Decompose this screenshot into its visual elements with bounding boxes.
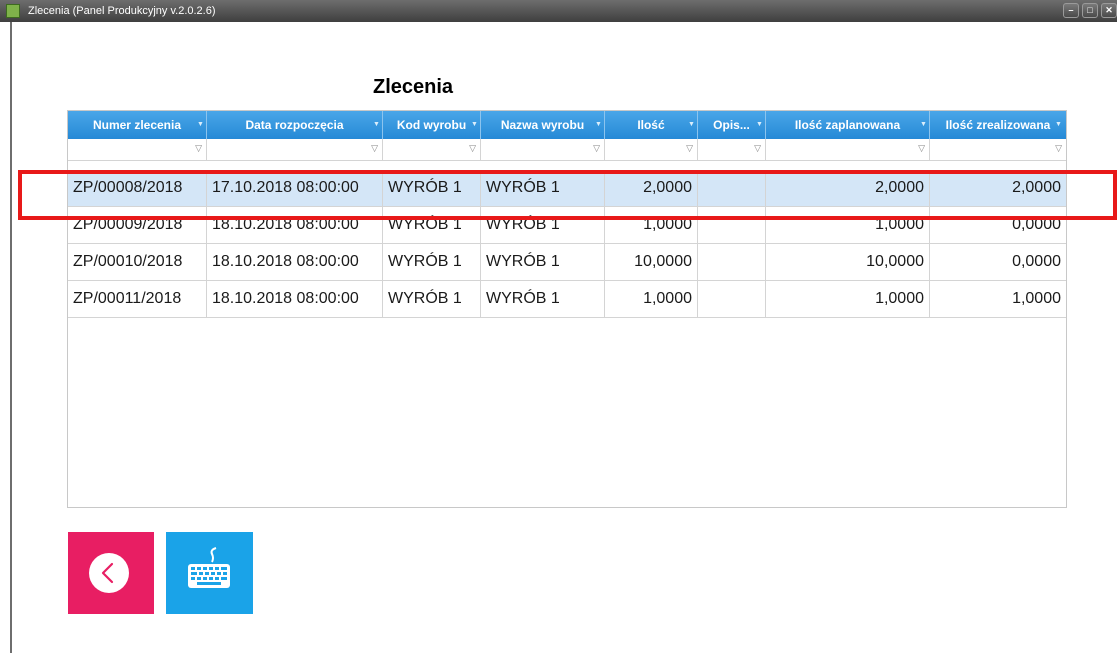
- header-filter-icon[interactable]: ▼: [197, 121, 204, 128]
- cell-numer: ZP/00008/2018: [68, 170, 207, 206]
- column-header-data[interactable]: Data rozpoczęcia: [207, 111, 383, 139]
- grid-header-row: Numer zlecenia Data rozpoczęcia Kod wyro…: [68, 111, 1066, 139]
- filter-icon[interactable]: ▽: [686, 144, 693, 153]
- window-left-border: [10, 22, 12, 653]
- column-header-kod[interactable]: Kod wyrobu: [383, 111, 481, 139]
- column-header-zrealizowana[interactable]: Ilość zrealizowana: [930, 111, 1066, 139]
- column-label: Nazwa wyrobu: [500, 118, 585, 132]
- column-label: Ilość zrealizowana: [945, 118, 1051, 132]
- cell-nazwa: WYRÓB 1: [481, 170, 605, 206]
- keyboard-icon: [188, 547, 230, 588]
- filter-icon[interactable]: ▽: [754, 144, 761, 153]
- filter-icon[interactable]: ▽: [371, 144, 378, 153]
- filter-cell[interactable]: ▽: [766, 139, 930, 160]
- cell-nazwa: WYRÓB 1: [481, 244, 605, 280]
- cell-zrealizowana: 0,0000: [1012, 253, 1061, 270]
- cell-ilosc: 1,0000: [605, 207, 698, 243]
- column-header-numer[interactable]: Numer zlecenia: [68, 111, 207, 139]
- cell-kod: WYRÓB 1: [383, 207, 481, 243]
- filter-cell[interactable]: ▽: [383, 139, 481, 160]
- filter-cell[interactable]: ▽: [207, 139, 383, 160]
- cell-ilosc: 1,0000: [605, 281, 698, 317]
- cell-nazwa: WYRÓB 1: [481, 207, 605, 243]
- cell-numer: ZP/00010/2018: [68, 244, 207, 280]
- column-label: Data rozpoczęcia: [245, 118, 344, 132]
- header-filter-icon[interactable]: ▼: [688, 121, 695, 128]
- cell-zaplanowana: 1,0000: [766, 281, 930, 317]
- cell-zaplanowana: 2,0000: [766, 170, 930, 206]
- cell-ilosc: 10,0000: [605, 244, 698, 280]
- header-filter-icon[interactable]: ▼: [471, 121, 478, 128]
- header-filter-icon[interactable]: ▼: [756, 121, 763, 128]
- column-label: Numer zlecenia: [92, 118, 182, 132]
- cell-opis: [698, 244, 766, 280]
- orders-grid: Numer zlecenia Data rozpoczęcia Kod wyro…: [67, 110, 1067, 508]
- cell-opis: [698, 207, 766, 243]
- window-title: Zlecenia (Panel Produkcyjny v.2.0.2.6): [28, 5, 216, 17]
- filter-icon[interactable]: ▽: [195, 144, 202, 153]
- header-filter-icon[interactable]: ▼: [595, 121, 602, 128]
- maximize-button[interactable]: □: [1082, 3, 1098, 18]
- cell-kod: WYRÓB 1: [383, 281, 481, 317]
- close-button[interactable]: ✕: [1101, 3, 1117, 18]
- filter-cell[interactable]: ▽: [68, 139, 207, 160]
- cell-opis: [698, 281, 766, 317]
- cell-data: 18.10.2018 08:00:00: [207, 244, 383, 280]
- header-filter-icon[interactable]: ▼: [920, 121, 927, 128]
- cell-zrealizowana: 1,0000: [1012, 290, 1061, 307]
- column-header-ilosc[interactable]: Ilość: [605, 111, 698, 139]
- cell-data: 17.10.2018 08:00:00: [207, 170, 383, 206]
- cell-opis: [698, 170, 766, 206]
- cell-kod: WYRÓB 1: [383, 170, 481, 206]
- filter-icon[interactable]: ▽: [593, 144, 600, 153]
- cell-zaplanowana: 10,0000: [766, 244, 930, 280]
- page-title: Zlecenia: [373, 76, 454, 98]
- cell-ilosc: 2,0000: [605, 170, 698, 206]
- filter-cell[interactable]: ▽: [930, 139, 1066, 160]
- column-header-nazwa[interactable]: Nazwa wyrobu: [481, 111, 605, 139]
- window-titlebar: Zlecenia (Panel Produkcyjny v.2.0.2.6) –…: [0, 0, 1117, 22]
- cell-kod: WYRÓB 1: [383, 244, 481, 280]
- table-row[interactable]: ZP/00008/2018 17.10.2018 08:00:00 WYRÓB 1W…: [68, 170, 1066, 207]
- column-header-zaplanowana[interactable]: Ilość zaplanowana: [766, 111, 930, 139]
- filter-cell[interactable]: ▽: [698, 139, 766, 160]
- filter-icon[interactable]: ▽: [469, 144, 476, 153]
- column-label: Opis...: [713, 118, 750, 132]
- keyboard-button[interactable]: [166, 532, 253, 614]
- cell-data: 18.10.2018 08:00:00: [207, 207, 383, 243]
- cell-zaplanowana: 1,0000: [766, 207, 930, 243]
- filter-cell[interactable]: ▽: [481, 139, 605, 160]
- filter-row: ▽ ▽ ▽ ▽ ▽ ▽ ▽ ▽: [68, 139, 1066, 161]
- cell-numer: ZP/00009/2018: [68, 207, 207, 243]
- column-label: Ilość zaplanowana: [794, 118, 901, 132]
- back-button[interactable]: [68, 532, 154, 614]
- header-filter-icon[interactable]: ▼: [373, 121, 380, 128]
- cell-numer: ZP/00011/2018: [68, 281, 207, 317]
- filter-cell[interactable]: ▽: [605, 139, 698, 160]
- table-row[interactable]: ZP/00010/2018 18.10.2018 08:00:00 WYRÓB 1W…: [68, 244, 1066, 281]
- table-row[interactable]: ZP/00009/2018 18.10.2018 08:00:00 WYRÓB 1W…: [68, 207, 1066, 244]
- cell-zrealizowana: 2,0000: [1012, 179, 1061, 196]
- filter-icon[interactable]: ▽: [1055, 144, 1062, 153]
- header-filter-icon[interactable]: ▼: [1055, 121, 1062, 128]
- cell-zrealizowana: 0,0000: [1012, 216, 1061, 233]
- column-label: Kod wyrobu: [396, 118, 467, 132]
- table-row[interactable]: ZP/00011/2018 18.10.2018 08:00:00 WYRÓB 1W…: [68, 281, 1066, 318]
- cell-nazwa: WYRÓB 1: [481, 281, 605, 317]
- chevron-left-icon: [89, 553, 129, 593]
- minimize-button[interactable]: –: [1063, 3, 1079, 18]
- app-icon: [6, 4, 20, 18]
- cell-data: 18.10.2018 08:00:00: [207, 281, 383, 317]
- filter-icon[interactable]: ▽: [918, 144, 925, 153]
- column-label: Ilość: [637, 118, 665, 132]
